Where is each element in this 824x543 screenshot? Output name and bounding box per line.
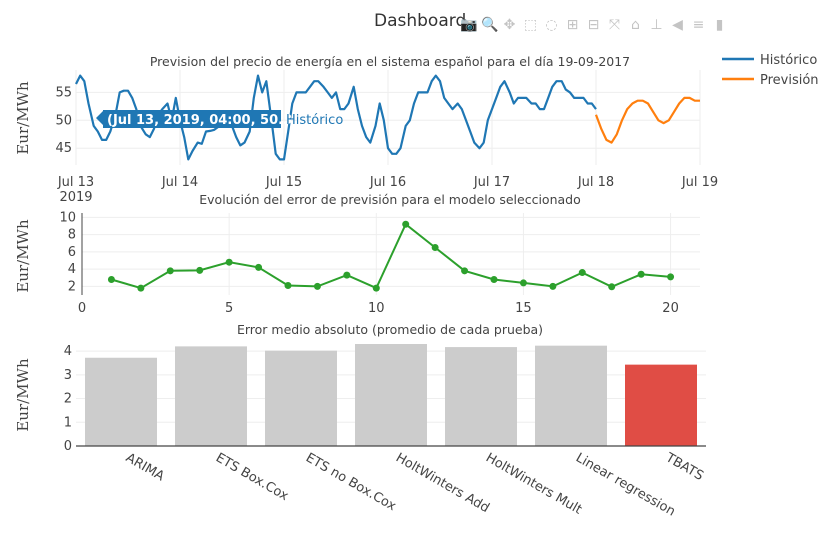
error-series-line[interactable] (111, 222, 671, 290)
error-point[interactable] (372, 284, 380, 292)
error-y-tick: 2 (68, 279, 76, 294)
legend-label[interactable]: Histórico (760, 53, 817, 68)
tooltip-series-name: Histórico (286, 113, 343, 128)
price-y-tick: 45 (55, 141, 72, 156)
mae-bar[interactable] (265, 350, 337, 446)
price-legend: Histórico Previsión (722, 53, 819, 88)
error-point[interactable] (549, 282, 557, 290)
price-y-tick: 50 (55, 113, 72, 128)
mae-bar[interactable] (85, 357, 157, 446)
mae-chart-title: Error medio absoluto (promedio de cada p… (237, 322, 543, 337)
error-chart: Evolución del error de previsión para el… (14, 192, 700, 316)
price-x-tick: Jul 14 (161, 175, 198, 190)
price-x-tick: Jul 19 (681, 175, 718, 190)
price-x-tick: Jul 13 (57, 175, 94, 190)
error-point[interactable] (225, 258, 233, 266)
error-point[interactable] (402, 220, 410, 228)
legend-label[interactable]: Previsión (760, 73, 819, 88)
price-x-tick-year: 2019 (59, 190, 92, 205)
error-chart-title: Evolución del error de previsión para el… (199, 192, 580, 207)
mae-bar[interactable] (535, 345, 607, 446)
error-point[interactable] (667, 273, 675, 281)
mae-bar[interactable] (175, 346, 247, 446)
error-x-tick: 0 (78, 301, 86, 316)
mae-x-tick: TBATS (662, 450, 706, 484)
price-chart-title: Prevision del precio de energía en el si… (150, 54, 630, 69)
error-point[interactable] (166, 267, 174, 275)
error-y-tick: 8 (68, 228, 76, 243)
error-x-tick: 10 (368, 301, 385, 316)
error-point[interactable] (255, 263, 263, 271)
price-y-tick: 55 (55, 85, 72, 100)
error-point[interactable] (137, 284, 145, 292)
mae-x-tick: ETS no Box.Cox (303, 450, 399, 514)
mae-y-tick: 1 (64, 415, 72, 430)
mae-x-tick: HoltWinters Mult (483, 450, 584, 517)
mae-x-tick: ARIMA (123, 450, 167, 484)
price-x-tick: Jul 15 (265, 175, 302, 190)
error-y-tick: 10 (59, 210, 76, 225)
mae-y-axis-label: Eur/MWh (14, 358, 32, 432)
error-point[interactable] (461, 267, 469, 275)
error-point[interactable] (431, 244, 439, 252)
tooltip-value: (Jul 13, 2019, 04:00, 50.33) (107, 113, 307, 128)
error-x-tick: 20 (662, 301, 679, 316)
price-x-tick: Jul 17 (473, 175, 510, 190)
mae-x-tick: ETS Box.Cox (213, 450, 291, 504)
mae-y-tick: 3 (64, 368, 72, 383)
mae-y-tick: 0 (64, 439, 72, 454)
hover-tooltip: (Jul 13, 2019, 04:00, 50.33)Histórico (96, 110, 343, 128)
error-point[interactable] (490, 275, 498, 283)
error-point[interactable] (343, 271, 351, 279)
mae-chart: Error medio absoluto (promedio de cada p… (14, 322, 706, 520)
mae-y-tick: 2 (64, 392, 72, 407)
price-x-tick: Jul 16 (369, 175, 406, 190)
error-y-tick: 4 (68, 262, 76, 277)
error-x-tick: 5 (225, 301, 233, 316)
mae-bar[interactable] (355, 344, 427, 446)
error-x-tick: 15 (515, 301, 532, 316)
error-point[interactable] (313, 282, 321, 290)
price-chart: Prevision del precio de energía en el si… (14, 53, 819, 205)
price-y-axis-label: Eur/MWh (14, 81, 32, 155)
mae-x-tick: HoltWinters Add (393, 450, 492, 516)
mae-x-tick: Linear regression (573, 450, 678, 519)
error-point[interactable] (637, 270, 645, 278)
error-point[interactable] (578, 269, 586, 277)
error-y-tick: 6 (68, 245, 76, 260)
error-point[interactable] (196, 266, 204, 274)
mae-y-tick: 4 (64, 344, 72, 359)
mae-bar[interactable] (625, 364, 697, 446)
mae-bar[interactable] (445, 347, 517, 446)
price-x-tick: Jul 18 (577, 175, 614, 190)
error-point[interactable] (107, 275, 115, 283)
error-point[interactable] (608, 283, 616, 291)
error-point[interactable] (519, 279, 527, 287)
error-y-axis-label: Eur/MWh (14, 219, 32, 293)
error-point[interactable] (284, 282, 292, 290)
charts-canvas: Prevision del precio de energía en el si… (14, 53, 819, 520)
